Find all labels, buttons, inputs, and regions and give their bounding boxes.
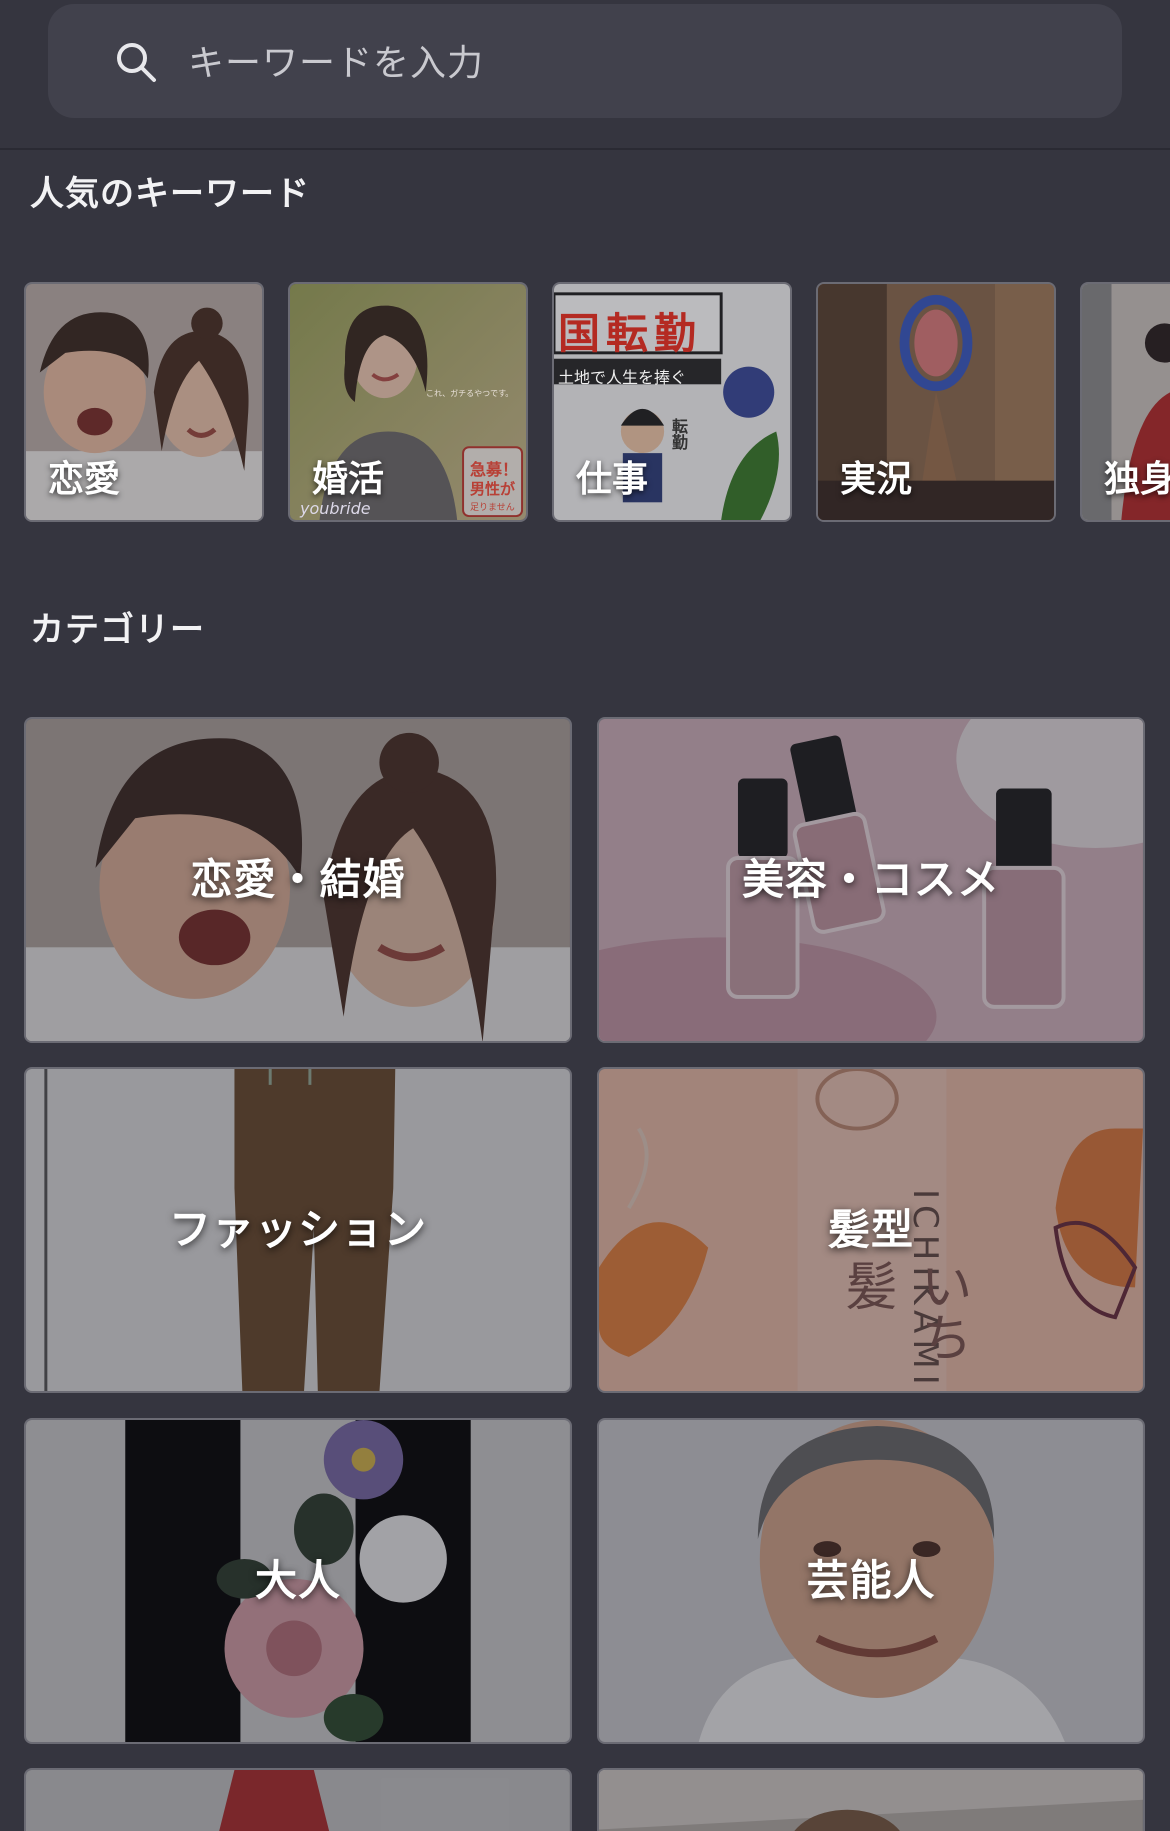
keyword-tile-shigoto[interactable]: 国転勤 土地で人生を捧ぐ 転勤 仕事: [552, 282, 792, 522]
search-input[interactable]: キーワードを入力: [48, 4, 1122, 118]
keyword-tile-konkatsu[interactable]: これ、ガチるやつです。 急募！ 男性が 足りません youbride 婚活: [288, 282, 528, 522]
category-tile-partial-left[interactable]: [24, 1768, 572, 1831]
category-label: ファッション: [168, 1205, 427, 1254]
category-tile-partial-right[interactable]: [597, 1768, 1145, 1831]
brand-logo-text: youbride: [300, 499, 371, 518]
search-icon: [117, 43, 156, 82]
category-tile-fashion[interactable]: ファッション: [24, 1067, 572, 1393]
keyword-label: 実況: [840, 459, 913, 500]
category-tile-kamigata[interactable]: ICHIKAMI いち髪 髪型: [597, 1067, 1145, 1393]
subtitle-text: 土地で人生を捧ぐ: [558, 368, 687, 387]
category-tile-otona[interactable]: 大人: [24, 1418, 572, 1744]
keyword-label: 恋愛: [48, 459, 121, 500]
keyword-label: 仕事: [576, 459, 649, 500]
category-tile-biyou-cosme[interactable]: 美容・コスメ: [597, 717, 1145, 1043]
category-label: 恋愛・結婚: [190, 855, 406, 904]
brand-kana-text: いち髪: [836, 1259, 971, 1363]
caption-text: これ、ガチるやつです。: [426, 389, 514, 398]
sign-text: 転勤: [669, 418, 688, 450]
keyword-tile-renai[interactable]: 恋愛: [24, 282, 264, 522]
keyword-label: 独身: [1104, 459, 1170, 500]
category-label: 大人: [254, 1556, 341, 1605]
badge-text: 足りません: [470, 503, 515, 513]
category-title: カテゴリー: [30, 610, 205, 650]
category-label: 髪型: [827, 1205, 914, 1254]
search-header: キーワードを入力: [0, 0, 1170, 150]
category-tile-geinoujin[interactable]: 芸能人: [597, 1418, 1145, 1744]
search-screen: キーワードを入力 人気のキーワード 恋愛 これ、ガチるやつです。 急募！ 男性が…: [0, 0, 1170, 1831]
header-text: 国転勤: [558, 309, 703, 358]
keyword-tile-dokushin[interactable]: 独身: [1080, 282, 1170, 522]
search-placeholder: キーワードを入力: [188, 43, 485, 84]
keyword-tile-jikkyou[interactable]: 実況: [816, 282, 1056, 522]
category-label: 芸能人: [806, 1556, 936, 1605]
popular-keywords-title: 人気のキーワード: [30, 174, 310, 214]
keyword-label: 婚活: [312, 459, 385, 500]
category-tile-renai-kekkon[interactable]: 恋愛・結婚: [24, 717, 572, 1043]
badge-text: 急募！: [470, 460, 519, 479]
badge-text: 男性が: [470, 480, 516, 498]
category-label: 美容・コスメ: [741, 855, 1000, 904]
